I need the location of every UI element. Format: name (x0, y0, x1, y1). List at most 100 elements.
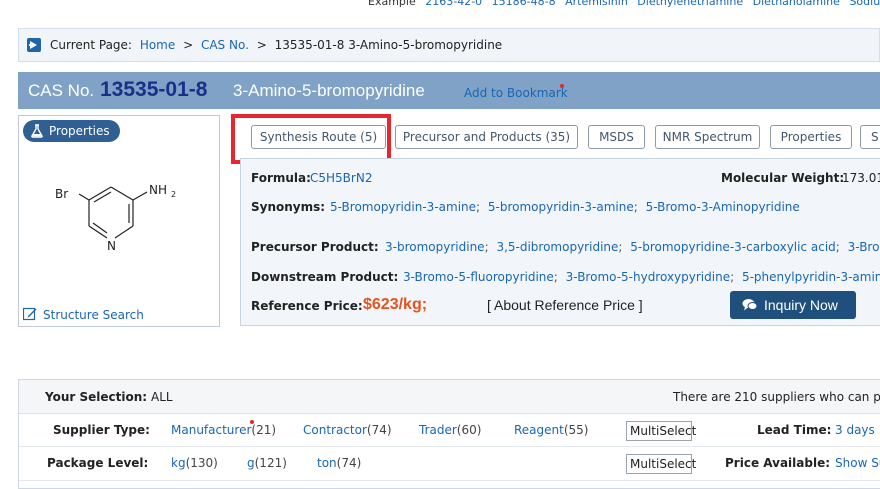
price-available-label: Price Available: (725, 456, 830, 470)
downstream-label: Downstream Product: (251, 270, 399, 284)
precursor-list: 3-bromopyridine; 3,5-dibromopyridine; 5-… (385, 240, 880, 254)
package-level-multiselect[interactable]: MultiSelect (626, 454, 696, 474)
synonym-link[interactable]: 5-Bromopyridin-3-amine (330, 200, 476, 214)
tab-precursor-products[interactable]: Precursor and Products (35) (395, 125, 578, 149)
package-count: (74) (336, 456, 362, 470)
formula-label: Formula: (251, 171, 311, 185)
atom-label-nh2: NH (149, 183, 167, 197)
tab-more[interactable]: S (860, 125, 880, 149)
molecular-weight-value: 173.01 (842, 171, 880, 185)
precursor-link[interactable]: 3,5-dibromopyridine (496, 240, 618, 254)
example-link[interactable]: Diethylenetriamine (637, 0, 743, 8)
breadcrumb: Current Page: Home > CAS No. > 13535-01-… (18, 28, 880, 62)
inquiry-now-label: Inquiry Now (764, 297, 838, 313)
supplier-type-count: (60) (456, 423, 482, 437)
supplier-type-count: (74) (366, 423, 392, 437)
package-name: kg (171, 456, 186, 470)
example-link[interactable]: 15186-48-8 (492, 0, 556, 8)
selection-row: Your Selection: ALL There are 210 suppli… (19, 380, 880, 414)
example-label: Example (368, 0, 416, 8)
properties-label: Properties (49, 124, 110, 138)
downstream-link[interactable]: 5-phenylpyridin-3-amine (742, 270, 880, 284)
breadcrumb-separator: > (183, 38, 194, 52)
properties-badge[interactable]: Properties (23, 120, 120, 142)
example-link[interactable]: Sodiu (849, 0, 880, 8)
tab-msds[interactable]: MSDS (588, 125, 645, 149)
compound-name: 3-Amino-5-bromopyridine (233, 81, 425, 100)
supplier-type-count: (55) (563, 423, 589, 437)
supplier-type-name: Trader (419, 423, 457, 437)
precursor-label: Precursor Product: (251, 240, 379, 254)
precursor-link[interactable]: 5-bromopyridine-3-carboxylic acid (630, 240, 836, 254)
atom-label-subscript: 2 (171, 190, 176, 199)
supplier-type-trader[interactable]: Trader(60) (419, 423, 481, 437)
lead-time-label: Lead Time: (757, 423, 832, 437)
package-level-g[interactable]: g(121) (247, 456, 287, 470)
example-link[interactable]: Diethanolamine (753, 0, 840, 8)
notification-dot (250, 420, 254, 424)
supplier-type-count: (21) (251, 423, 277, 437)
supplier-type-reagent[interactable]: Reagent(55) (514, 423, 589, 437)
structure-search-link[interactable]: Structure Search (23, 307, 144, 322)
breadcrumb-cas[interactable]: CAS No. (201, 38, 249, 52)
info-panel: Formula: C5H5BrN2 Molecular Weight: 173.… (240, 158, 880, 326)
molecular-weight-label: Molecular Weight: (721, 171, 845, 185)
price-available-value[interactable]: Show Su (835, 456, 880, 470)
about-reference-price-link[interactable]: [ About Reference Price ] (487, 297, 643, 313)
synonyms-label: Synonyms: (251, 200, 326, 214)
example-link[interactable]: Artemisinin (565, 0, 628, 8)
package-name: ton (317, 456, 337, 470)
synonyms-list: 5-Bromopyridin-3-amine; 5-bromopyridin-3… (330, 200, 800, 214)
suppliers-count-text: There are 210 suppliers who can pro (673, 390, 880, 404)
precursor-link[interactable]: 3-Bromo-5- (848, 240, 880, 254)
example-link[interactable]: 2163-42-0 (425, 0, 482, 8)
supplier-type-name: Reagent (514, 423, 564, 437)
package-name: g (247, 456, 255, 470)
supplier-type-name: Contractor (303, 423, 367, 437)
reference-price-label: Reference Price: (251, 299, 363, 313)
cas-number: 13535-01-8 (100, 78, 208, 101)
breadcrumb-label: Current Page: (50, 38, 132, 52)
breadcrumb-home[interactable]: Home (140, 38, 175, 52)
supplier-type-contractor[interactable]: Contractor(74) (303, 423, 392, 437)
package-level-kg[interactable]: kg(130) (171, 456, 218, 470)
structure-panel: Properties Br N NH 2 Structure Search (18, 115, 220, 327)
lead-time-value[interactable]: 3 days (835, 423, 875, 437)
your-selection-value: ALL (151, 390, 173, 404)
supplier-type-label: Supplier Type: (53, 423, 150, 437)
package-count: (130) (185, 456, 218, 470)
tab-properties[interactable]: Properties (770, 125, 852, 149)
add-bookmark-link[interactable]: Add to Bookmark (464, 86, 568, 100)
breadcrumb-separator: > (256, 38, 267, 52)
supplier-type-manufacturer[interactable]: Manufacturer(21) (171, 423, 276, 437)
package-count: (121) (254, 456, 287, 470)
edit-icon (23, 307, 37, 321)
breadcrumb-current: 13535-01-8 3-Amino-5-bromopyridine (274, 38, 503, 52)
package-level-ton[interactable]: ton(74) (317, 456, 361, 470)
atom-label-br: Br (55, 187, 68, 201)
formula-value[interactable]: C5H5BrN2 (310, 171, 372, 185)
atom-label-n: N (107, 239, 116, 253)
highlight-box (231, 114, 391, 164)
synonym-link[interactable]: 5-Bromo-3-Aminopyridine (646, 200, 800, 214)
tab-nmr-spectrum[interactable]: NMR Spectrum (655, 125, 760, 149)
flask-icon (31, 124, 43, 138)
chat-icon (742, 299, 758, 311)
inquiry-now-button[interactable]: Inquiry Now (730, 291, 856, 319)
structure-search-label: Structure Search (43, 308, 144, 322)
row-divider (19, 480, 880, 481)
arrow-right-icon (27, 38, 41, 52)
supplier-type-multiselect[interactable]: MultiSelect (626, 421, 696, 441)
downstream-link[interactable]: 3-Bromo-5-hydroxypyridine (566, 270, 730, 284)
molecule-structure: Br N NH 2 (55, 183, 176, 253)
notification-dot (560, 84, 564, 88)
title-bar: CAS No. 13535-01-8 3-Amino-5-bromopyridi… (18, 72, 880, 109)
precursor-link[interactable]: 3-bromopyridine (385, 240, 485, 254)
row-divider (19, 446, 880, 447)
synonym-link[interactable]: 5-bromopyridin-3-amine (488, 200, 634, 214)
package-level-label: Package Level: (47, 456, 149, 470)
your-selection-label: Your Selection: (45, 390, 148, 404)
downstream-link[interactable]: 3-Bromo-5-fluoropyridine (403, 270, 554, 284)
reference-price-value: $623/kg; (363, 296, 428, 313)
downstream-list: 3-Bromo-5-fluoropyridine; 3-Bromo-5-hydr… (403, 270, 880, 284)
